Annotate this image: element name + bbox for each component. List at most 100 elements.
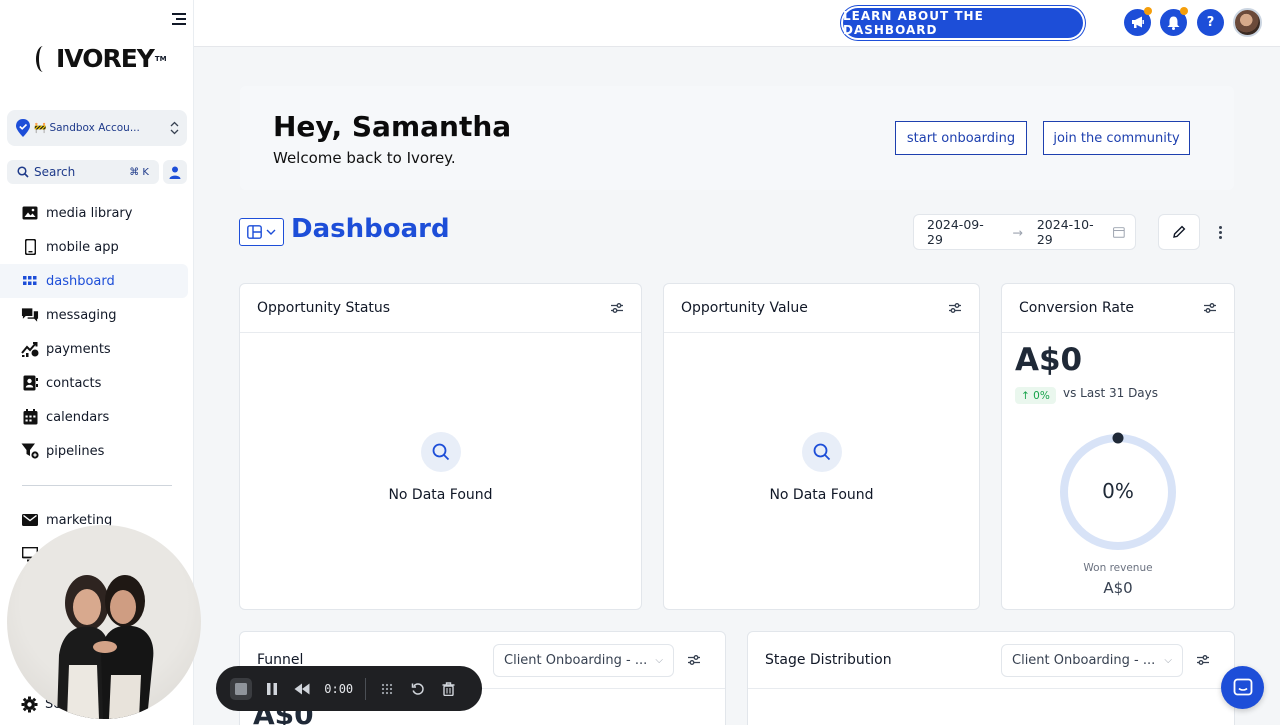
chevron-down-icon: ⌵ [655, 655, 663, 666]
pipeline-select[interactable]: Client Onboarding - ... ⌵ [1001, 644, 1183, 677]
sidebar-divider [22, 485, 172, 486]
opportunity-status-card: Opportunity Status No Data Found [239, 283, 642, 610]
layout-switcher-button[interactable] [239, 218, 284, 246]
empty-state: No Data Found [240, 432, 641, 503]
pencil-icon [1173, 225, 1186, 238]
page-title: Dashboard [291, 214, 450, 244]
stop-icon [230, 677, 252, 700]
card-header: Opportunity Value [664, 284, 979, 333]
account-label: Sandbox Accou... [49, 122, 140, 134]
calendar-icon [1113, 227, 1125, 238]
sidebar-item-label: media library [46, 205, 133, 221]
rewind-button[interactable] [292, 678, 314, 700]
chat-bubble-icon [1233, 678, 1252, 695]
notification-dot [1144, 7, 1152, 15]
search-icon [17, 166, 29, 178]
select-value: Client Onboarding - ... [1012, 653, 1156, 668]
sidebar-item-pipelines[interactable]: pipelines [0, 434, 194, 468]
pause-icon [266, 682, 277, 695]
edit-dashboard-button[interactable] [1158, 214, 1200, 250]
compare-label: vs Last 31 Days [1063, 386, 1159, 400]
bell-icon [1167, 16, 1180, 30]
recording-toolbar: 0:00 [216, 666, 482, 711]
date-range-picker[interactable]: 2024-09-29 → 2024-10-29 [913, 214, 1136, 250]
sliders-icon[interactable] [687, 654, 701, 666]
chevron-down-icon [266, 229, 276, 235]
sidebar-item-calendars[interactable]: calendars [0, 400, 194, 434]
search-shortcut: ⌘ K [129, 166, 149, 178]
account-emoji: 🚧 [34, 122, 47, 134]
sidebar-item-label: calendars [46, 409, 110, 425]
sidebar-search[interactable]: Search ⌘ K [7, 160, 159, 184]
arrow-right-icon: → [1012, 224, 1023, 240]
welcome-subtitle: Welcome back to Ivorey. [273, 149, 456, 167]
more-options-icon[interactable] [1212, 222, 1228, 242]
chevron-down-icon: ⌵ [1164, 655, 1172, 666]
notification-dot [1180, 7, 1188, 15]
layout-icon [247, 225, 262, 239]
empty-state-text: No Data Found [388, 487, 493, 503]
won-revenue-value: A$0 [1103, 579, 1133, 597]
pause-recording-button[interactable] [261, 678, 283, 700]
sidebar-item-payments[interactable]: payments [0, 332, 194, 366]
sliders-icon[interactable] [1196, 654, 1210, 666]
logo[interactable]: IVOREY TM [36, 44, 167, 73]
user-button[interactable] [163, 160, 187, 184]
conversion-value: A$0 [1015, 342, 1083, 378]
delete-recording-button[interactable] [437, 678, 459, 700]
sidebar-item-label: payments [46, 341, 111, 357]
card-header: Opportunity Status [240, 284, 641, 333]
sidebar-item-dashboard[interactable]: dashboard [0, 264, 188, 298]
sidebar-item-messaging[interactable]: messaging [0, 298, 194, 332]
trash-icon [442, 681, 455, 696]
account-switcher[interactable]: 🚧 Sandbox Accou... [7, 110, 187, 146]
sliders-icon[interactable] [948, 302, 962, 314]
chat-support-button[interactable] [1221, 666, 1264, 709]
sliders-icon[interactable] [610, 302, 624, 314]
recording-timer: 0:00 [324, 681, 354, 696]
empty-state-text: No Data Found [769, 487, 874, 503]
card-title: Conversion Rate [1019, 300, 1135, 316]
restart-icon [411, 682, 424, 695]
help-button[interactable]: ? [1197, 9, 1224, 36]
chevron-updown-icon [170, 121, 179, 135]
sidebar-item-mobile-app[interactable]: mobile app [0, 230, 194, 264]
date-to: 2024-10-29 [1036, 217, 1094, 247]
webcam-people-image [57, 575, 154, 719]
announcements-button[interactable] [1124, 7, 1152, 36]
search-label: Search [34, 165, 76, 179]
learn-about-dashboard-button[interactable]: LEARN ABOUT THE DASHBOARD [843, 8, 1083, 38]
user-icon [169, 166, 181, 179]
rewind-icon [294, 683, 310, 694]
card-header: Conversion Rate [1002, 284, 1234, 333]
pipeline-select[interactable]: Client Onboarding - ... ⌵ [493, 644, 674, 677]
payments-icon [21, 340, 39, 358]
location-pin-icon [16, 119, 30, 137]
stop-recording-button[interactable] [230, 677, 252, 700]
sidebar-item-contacts[interactable]: contacts [0, 366, 194, 400]
join-community-button[interactable]: join the community [1043, 121, 1190, 155]
select-value: Client Onboarding - ... [504, 653, 648, 668]
notifications-button[interactable] [1160, 7, 1188, 36]
toolbar-divider [365, 677, 367, 700]
sidebar-item-label: pipelines [46, 443, 105, 459]
avatar[interactable] [1233, 8, 1262, 37]
change-badge: ↑ 0% [1015, 387, 1056, 404]
empty-state: No Data Found [664, 432, 979, 503]
phone-icon [21, 238, 39, 256]
webcam-preview[interactable] [7, 525, 201, 719]
chat-icon [21, 306, 39, 324]
logo-mark-icon [36, 45, 50, 72]
sliders-icon[interactable] [1203, 302, 1217, 314]
collapse-menu-icon[interactable] [170, 13, 186, 27]
filter-icon [21, 442, 39, 460]
drag-handle-icon [381, 683, 393, 694]
drag-handle[interactable] [376, 678, 398, 700]
sidebar-item-label: dashboard [46, 273, 115, 289]
restart-recording-button[interactable] [407, 678, 429, 700]
start-onboarding-button[interactable]: start onboarding [895, 121, 1027, 155]
sidebar-item-media-library[interactable]: media library [0, 196, 194, 230]
sidebar-item-label: contacts [46, 375, 102, 391]
contacts-icon [21, 374, 39, 392]
card-title: Opportunity Status [257, 300, 391, 316]
